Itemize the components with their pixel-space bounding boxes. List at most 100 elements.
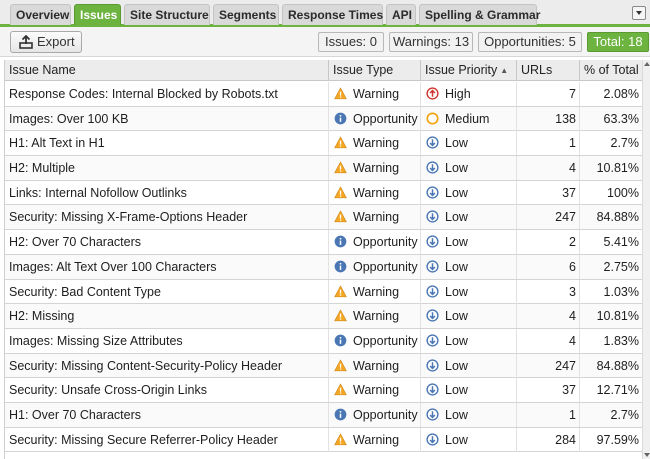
total-count-filter[interactable]: Total: 18 — [587, 32, 649, 52]
issue-priority-label: Low — [445, 284, 468, 299]
percent-total-cell: 2.7% — [580, 402, 643, 427]
issue-priority-label: Low — [445, 136, 468, 151]
issue-priority-cell: High — [421, 82, 517, 106]
urls-count-cell: 6 — [517, 254, 580, 279]
issue-type-cell: Opportunity — [329, 328, 421, 353]
issue-priority-label: Low — [445, 185, 468, 200]
table-row[interactable]: Security: Missing X-Frame-Options Header… — [5, 205, 643, 231]
issue-name-cell: Security: Missing X-Frame-Options Header — [5, 205, 329, 230]
tab-segments[interactable]: Segments — [213, 4, 279, 25]
table-row[interactable]: Security: Missing Content-Security-Polic… — [5, 353, 643, 379]
issues-table: Issue Name Issue Type Issue Priority ▲ UR… — [4, 60, 643, 459]
issue-priority-cell: Low — [421, 427, 517, 452]
urls-count-cell: 1 — [517, 131, 580, 156]
issue-name-cell: Images: Missing Size Attributes — [5, 328, 329, 353]
issue-name-cell: H1: Over 70 Characters — [5, 402, 329, 427]
issue-type-label: Warning — [353, 309, 400, 324]
issue-type-label: Opportunity — [353, 235, 418, 250]
tab-overview[interactable]: Overview — [10, 4, 71, 25]
urls-count-cell: 37 — [517, 180, 580, 205]
warning-icon — [334, 380, 347, 396]
table-row[interactable]: Images: Over 100 KB Opportunity Medium 138 6… — [5, 106, 643, 132]
scroll-up-icon[interactable] — [644, 62, 650, 66]
issue-name-cell: H2: Missing — [5, 304, 329, 329]
warnings-count-filter[interactable]: Warnings: 13 — [389, 32, 473, 52]
issue-priority-label: Low — [445, 161, 468, 176]
issue-type-cell: Warning — [329, 82, 421, 106]
tabs-overflow-menu-button[interactable] — [632, 6, 646, 20]
table-row[interactable]: H2: Multiple Warning Low 4 10.81% — [5, 156, 643, 181]
urls-count-cell: 247 — [517, 205, 580, 230]
urls-count-cell: 4 — [517, 304, 580, 329]
arrow-down-circle-icon — [426, 356, 439, 372]
issue-type-label: Warning — [353, 383, 400, 398]
column-header-percent-total[interactable]: % of Total — [580, 60, 643, 81]
arrow-up-circle-icon — [426, 84, 439, 100]
tab-site-structure[interactable]: Site Structure — [124, 4, 210, 25]
issue-type-label: Opportunity — [353, 333, 418, 348]
table-row[interactable]: H2: Missing Warning Low 4 10.81% — [5, 304, 643, 329]
tab-spelling-grammar[interactable]: Spelling & Grammar — [419, 4, 540, 25]
percent-total-cell: 84.88% — [580, 205, 643, 230]
table-row[interactable]: Security: Unsafe Cross-Origin Links Warni… — [5, 378, 643, 403]
percent-total-cell: 10.81% — [580, 156, 643, 181]
arrow-down-circle-icon — [426, 232, 439, 248]
vertical-scrollbar[interactable] — [642, 60, 650, 459]
table-row[interactable]: Images: Alt Text Over 100 Characters Oppo… — [5, 254, 643, 280]
issue-name-cell: Links: Internal Nofollow Outlinks — [5, 180, 329, 205]
issue-name-cell: Security: Missing Content-Security-Polic… — [5, 353, 329, 378]
issue-type-label: Opportunity — [353, 259, 418, 274]
table-row[interactable]: Security: Bad Content Type Warning Low 3 1.0… — [5, 279, 643, 305]
issue-priority-label: Low — [445, 407, 468, 422]
issue-type-cell: Warning — [329, 353, 421, 378]
column-header-issue-type[interactable]: Issue Type — [329, 60, 421, 81]
issue-priority-cell: Low — [421, 205, 517, 230]
warning-icon — [334, 430, 347, 445]
export-button[interactable]: Export — [10, 31, 82, 53]
warning-icon — [334, 282, 347, 297]
toolbar: Export Issues: 0 Warnings: 13 Opportunit… — [0, 27, 650, 57]
column-header-issue-name[interactable]: Issue Name — [5, 60, 329, 81]
issues-count-filter[interactable]: Issues: 0 — [318, 32, 384, 52]
issue-priority-cell: Low — [421, 279, 517, 304]
table-row[interactable]: H2: Over 70 Characters Opportunity Low 2 5.4… — [5, 230, 643, 255]
issue-type-cell: Warning — [329, 304, 421, 329]
table-row[interactable]: Response Codes: Internal Blocked by Robo… — [5, 82, 643, 107]
arrow-down-circle-icon — [426, 207, 439, 224]
issue-type-label: Warning — [353, 185, 400, 200]
issue-priority-label: Low — [445, 383, 468, 398]
table-row[interactable]: H1: Over 70 Characters Opportunity Low 1 2.7… — [5, 402, 643, 428]
urls-count-cell: 4 — [517, 156, 580, 181]
table-row[interactable]: Images: Missing Size Attributes Opportuni… — [5, 328, 643, 354]
percent-total-cell: 5.41% — [580, 230, 643, 255]
tab-api[interactable]: API — [386, 4, 416, 25]
issue-priority-label: Low — [445, 210, 468, 225]
warning-icon — [334, 356, 347, 371]
arrow-down-circle-icon — [426, 405, 439, 421]
arrow-down-circle-icon — [426, 282, 439, 298]
table-row[interactable]: H1: Alt Text in H1 Warning Low 1 2.7% — [5, 131, 643, 157]
scroll-down-icon[interactable] — [644, 453, 650, 457]
urls-count-cell: 3 — [517, 279, 580, 304]
percent-total-cell: 1.03% — [580, 279, 643, 304]
issue-type-label: Warning — [353, 358, 400, 373]
tab-response-times[interactable]: Response Times — [282, 4, 383, 25]
urls-count-cell: 284 — [517, 427, 580, 452]
issue-name-cell: H1: Alt Text in H1 — [5, 131, 329, 156]
tab-issues[interactable]: Issues — [74, 4, 121, 25]
issue-type-label: Warning — [353, 432, 400, 447]
issue-priority-cell: Low — [421, 304, 517, 329]
table-row[interactable]: Links: Internal Nofollow Outlinks Warning… — [5, 180, 643, 206]
issue-type-label: Warning — [353, 284, 400, 299]
opportunities-count-filter[interactable]: Opportunities: 5 — [478, 32, 582, 52]
percent-total-cell: 10.81% — [580, 304, 643, 329]
issue-type-cell: Warning — [329, 378, 421, 403]
column-header-urls[interactable]: URLs — [517, 60, 580, 81]
export-label: Export — [37, 34, 75, 49]
issue-priority-label: Low — [445, 309, 468, 324]
column-header-issue-priority[interactable]: Issue Priority ▲ — [421, 60, 517, 81]
table-row[interactable]: Security: Missing Secure Referrer-Policy… — [5, 427, 643, 453]
warning-icon — [334, 133, 347, 149]
percent-total-cell: 2.7% — [580, 131, 643, 156]
issue-priority-cell: Medium — [421, 106, 517, 131]
